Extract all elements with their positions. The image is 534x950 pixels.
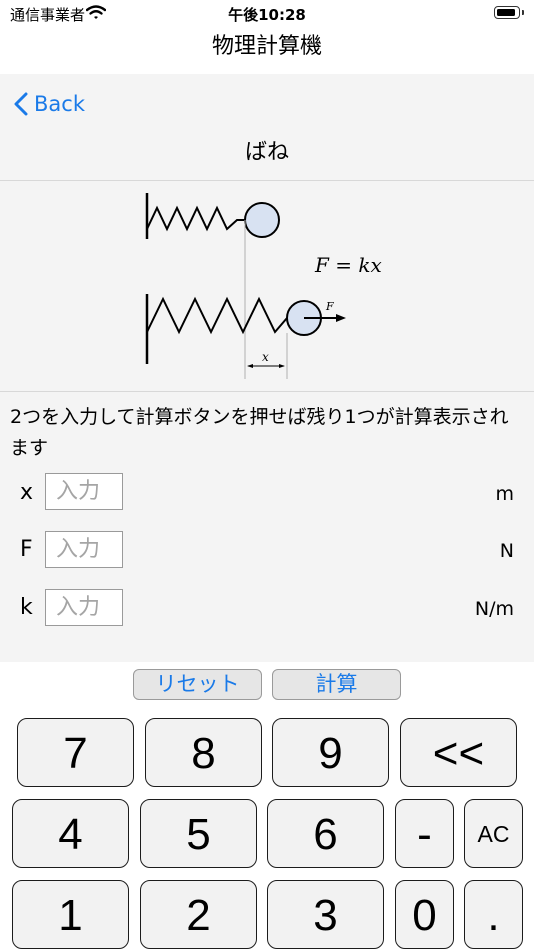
force-label: F — [325, 300, 334, 313]
ball-top — [244, 202, 280, 238]
f-input[interactable] — [45, 531, 123, 568]
back-label: Back — [34, 92, 85, 116]
unit-x: m — [495, 483, 514, 505]
label-k: k — [20, 595, 33, 620]
displacement-arrow-left — [247, 364, 253, 368]
decimal-key[interactable]: . — [464, 880, 523, 949]
minus-key[interactable]: - — [395, 799, 454, 868]
displacement-arrow-right — [279, 364, 285, 368]
all-clear-key[interactable]: AC — [464, 799, 523, 868]
instruction-text: 2つを入力して計算ボタンを押せば残り1つが計算表示されます — [10, 406, 509, 459]
key-7[interactable]: 7 — [17, 718, 134, 787]
screen-title: ばね — [244, 140, 289, 165]
key-4[interactable]: 4 — [12, 799, 129, 868]
label-x: x — [20, 480, 34, 505]
spring-top — [146, 205, 245, 232]
backspace-key[interactable]: << — [400, 718, 517, 787]
diagram-panel: F x F = kx — [0, 181, 534, 391]
key-1[interactable]: 1 — [12, 880, 129, 949]
force-arrow-head — [336, 314, 346, 322]
formula: F = kx — [314, 253, 382, 277]
unit-k: N/m — [474, 598, 514, 620]
app-title: 物理計算機 — [211, 34, 322, 59]
key-0[interactable]: 0 — [395, 880, 454, 949]
status-time: 午後10:28 — [228, 6, 306, 24]
spring-diagram: F x F = kx — [145, 193, 382, 379]
spring-bottom — [146, 296, 288, 335]
key-9[interactable]: 9 — [272, 718, 389, 787]
k-input[interactable] — [45, 589, 123, 626]
chevron-left-icon — [14, 92, 28, 116]
displacement-label: x — [262, 350, 269, 364]
key-6[interactable]: 6 — [267, 799, 384, 868]
status-bar: 通信事業者 午後10:28 — [0, 0, 534, 28]
battery-icon — [494, 6, 520, 19]
battery-tip — [522, 10, 524, 15]
back-button[interactable]: Back — [14, 88, 85, 120]
key-2[interactable]: 2 — [140, 880, 257, 949]
unit-f: N — [499, 540, 514, 562]
label-f: F — [20, 537, 33, 562]
x-input[interactable] — [45, 473, 123, 510]
calculate-button[interactable]: 計算 — [272, 669, 401, 700]
key-3[interactable]: 3 — [267, 880, 384, 949]
reset-button[interactable]: リセット — [133, 669, 262, 700]
key-5[interactable]: 5 — [140, 799, 257, 868]
battery-level — [497, 9, 515, 16]
key-8[interactable]: 8 — [145, 718, 262, 787]
